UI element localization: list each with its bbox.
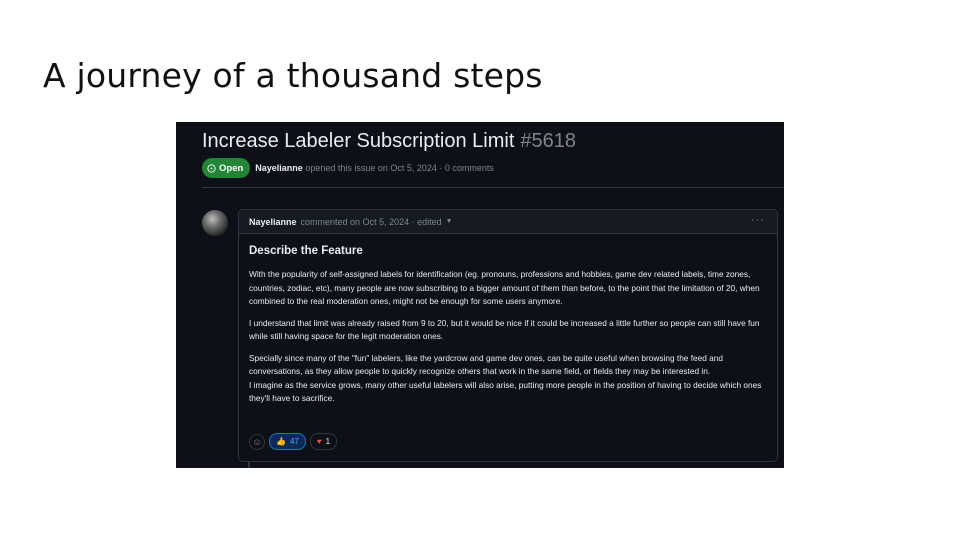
chevron-down-icon[interactable]: ▼ [446, 218, 453, 225]
reaction-heart-button[interactable]: ♥ 1 [309, 433, 338, 450]
comment-paragraph: With the popularity of self-assigned lab… [249, 269, 760, 306]
divider [202, 187, 784, 188]
issue-title-text: Increase Labeler Subscription Limit [202, 130, 515, 152]
comment-header: Nayelianne commented on Oct 5, 2024 · ed… [239, 210, 777, 234]
reaction-count: 47 [289, 437, 299, 446]
comment-paragraph: I understand that limit was already rais… [249, 317, 760, 342]
timeline-line [248, 461, 250, 468]
issue-meta: Open Nayelianne opened this issue on Oct… [202, 158, 494, 178]
comment-body: Describe the Feature With the popularity… [239, 234, 777, 406]
comment-box: Nayelianne commented on Oct 5, 2024 · ed… [238, 209, 778, 462]
kebab-menu-icon[interactable]: ··· [751, 214, 765, 226]
thumbs-up-icon: 👍 [276, 437, 286, 446]
comment-meta[interactable]: commented on Oct 5, 2024 · edited [301, 217, 442, 227]
issue-title: Increase Labeler Subscription Limit #5618 [202, 130, 576, 153]
reactions-bar: ☺ 👍 47 ♥ 1 [249, 433, 341, 450]
issue-screenshot: Increase Labeler Subscription Limit #5618… [176, 122, 784, 468]
issue-opened-text: opened this issue on Oct 5, 2024 · 0 com… [305, 163, 494, 173]
status-label: Open [219, 162, 244, 174]
reaction-count: 1 [325, 437, 331, 446]
add-reaction-icon[interactable]: ☺ [249, 433, 265, 450]
avatar[interactable] [202, 210, 228, 236]
reaction-thumbs-up-button[interactable]: 👍 47 [269, 433, 306, 450]
issue-number: #5618 [520, 130, 577, 152]
status-badge: Open [202, 158, 251, 178]
comment-paragraph: I imagine as the service grows, many oth… [249, 379, 762, 404]
heart-icon: ♥ [316, 437, 322, 446]
comment-heading: Describe the Feature [249, 245, 363, 257]
comment-author-link[interactable]: Nayelianne [249, 217, 297, 227]
issue-author-link[interactable]: Nayelianne [255, 163, 303, 173]
comment-paragraph: Specially since many of the "fun" labele… [249, 352, 724, 377]
slide-title: A journey of a thousand steps [43, 56, 543, 95]
issue-open-icon [207, 163, 216, 173]
